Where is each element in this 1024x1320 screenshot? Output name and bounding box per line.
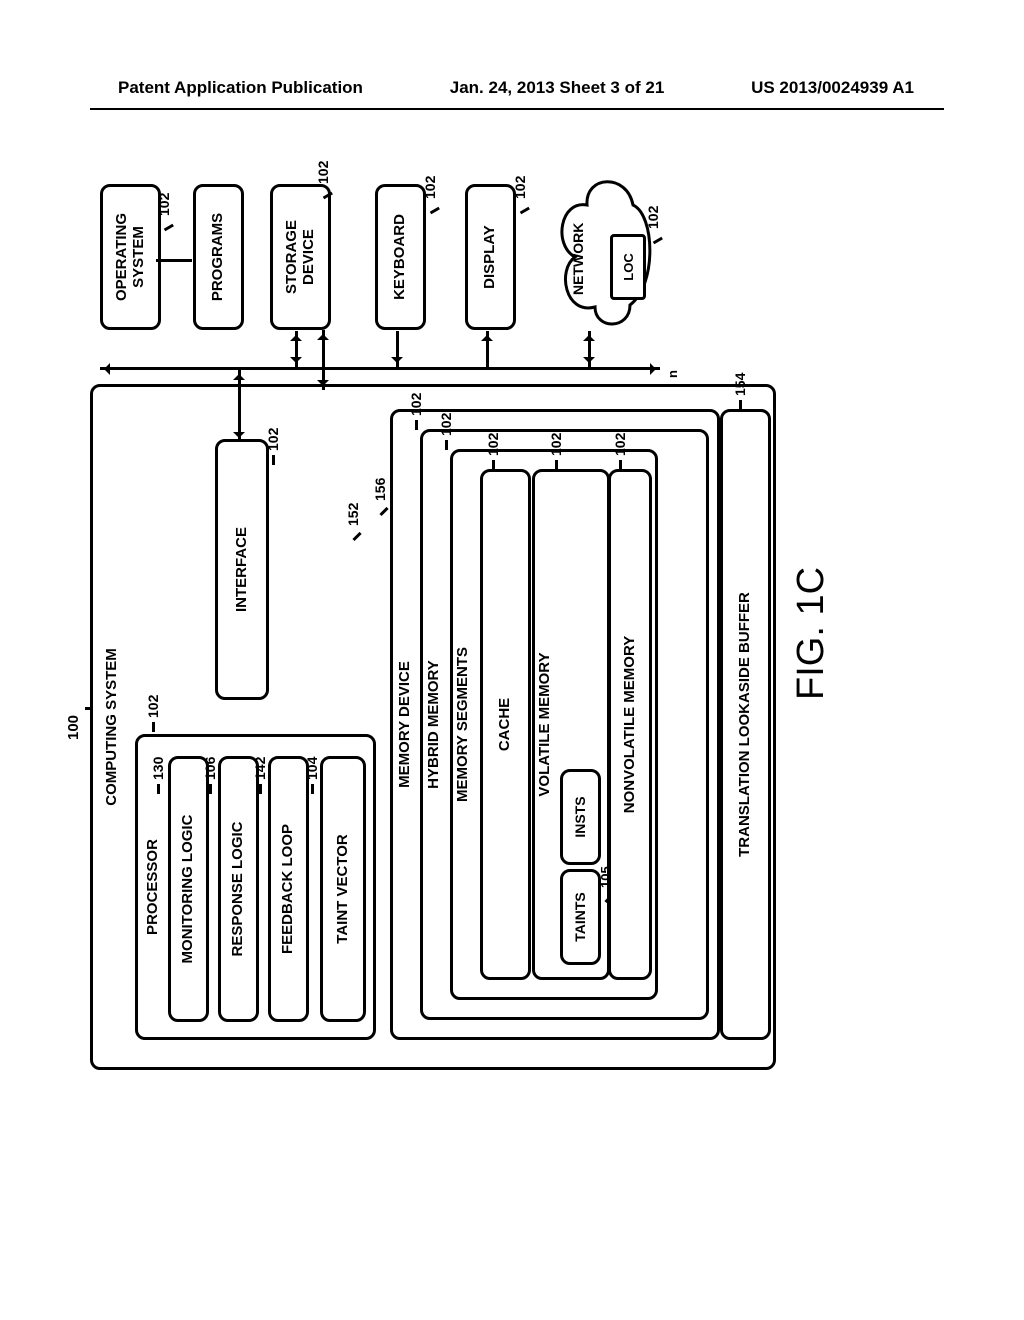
header-right: US 2013/0024939 A1 (751, 78, 914, 98)
response-ref-text: 106 (202, 757, 218, 780)
feedback-ref-text: 142 (252, 757, 268, 780)
page: Patent Application Publication Jan. 24, … (0, 0, 1024, 1320)
page-header: Patent Application Publication Jan. 24, … (0, 78, 1024, 98)
figure-rotated-wrap: 100 COMPUTING SYSTEM PROCESSOR 102 MONIT… (90, 360, 990, 1070)
operating-system-box: OPERATING SYSTEM (100, 184, 161, 330)
taints-label: TAINTS (573, 888, 588, 946)
nonvolatile-memory-label: NONVOLATILE MEMORY (622, 632, 639, 818)
header-mid: Jan. 24, 2013 Sheet 3 of 21 (450, 78, 665, 98)
nonvolatile-ref: 102 (612, 433, 628, 470)
tlb-ref: 154 (732, 373, 748, 410)
tlb-box: TRANSLATION LOOKASIDE BUFFER (720, 409, 771, 1040)
monitoring-ref: 130 (150, 757, 166, 794)
operating-system-label: OPERATING SYSTEM (114, 187, 147, 327)
response-logic-box: RESPONSE LOGIC (218, 756, 259, 1022)
memseg-ref-text: 102 (438, 413, 454, 436)
tlb-label: TRANSLATION LOOKASIDE BUFFER (737, 588, 754, 861)
interface-ref-102-text: 102 (265, 428, 281, 451)
network-label: NETWORK (570, 223, 586, 295)
os-ref-text: 102 (156, 193, 172, 216)
interface-ref-102: 102 (265, 428, 281, 465)
cache-label: CACHE (497, 694, 514, 755)
figure-number: FIG. 1C (790, 567, 833, 700)
interface-bus-connector (238, 370, 241, 442)
keyboard-ref-text: 102 (422, 176, 438, 199)
system-bus (100, 367, 660, 370)
memory-device-ref-text: 156 (372, 478, 388, 501)
processor-ref-text: 102 (145, 695, 161, 718)
cache-ref-text: 102 (485, 433, 501, 456)
monitoring-ref-text: 130 (150, 757, 166, 780)
feedback-loop-label: FEEDBACK LOOP (280, 820, 297, 958)
network-loc-label: LOC (621, 253, 636, 280)
os-ref: 102 (156, 193, 172, 230)
bus-n-label: n (665, 370, 680, 378)
feedback-loop-box: FEEDBACK LOOP (268, 756, 309, 1022)
storage-bus-connector (295, 331, 298, 367)
keyboard-label: KEYBOARD (392, 210, 409, 304)
insts-box: INSTS (560, 769, 601, 865)
os-programs-connector (156, 259, 192, 262)
programs-box: PROGRAMS (193, 184, 244, 330)
taint-vector-ref: 104 (304, 757, 320, 794)
response-ref: 106 (202, 757, 218, 794)
hybrid-memory-label: HYBRID MEMORY (426, 656, 443, 793)
interface-label: INTERFACE (234, 523, 251, 616)
network-ref: 102 (645, 206, 661, 243)
figure-1c: 100 COMPUTING SYSTEM PROCESSOR 102 MONIT… (90, 170, 800, 1070)
ref-100-text: 100 (65, 715, 82, 740)
memory-device-label: MEMORY DEVICE (397, 657, 414, 792)
ref-100: 100 (65, 715, 82, 740)
interface-box: INTERFACE (215, 439, 269, 700)
volatile-memory-label: VOLATILE MEMORY (537, 648, 554, 800)
network-loc-box: LOC (610, 234, 646, 300)
taint-vector-label: TAINT VECTOR (335, 830, 352, 947)
nonvolatile-ref-text: 102 (612, 433, 628, 456)
storage-ref: 102 (315, 161, 331, 198)
programs-label: PROGRAMS (210, 209, 227, 305)
header-rule (90, 108, 944, 110)
monitoring-logic-box: MONITORING LOGIC (168, 756, 209, 1022)
taints-box: TAINTS (560, 869, 601, 965)
response-logic-label: RESPONSE LOGIC (230, 817, 247, 960)
volatile-ref: 102 (548, 433, 564, 470)
interface-ref-152: 152 (345, 503, 361, 540)
taint-vector-ref-text: 104 (304, 757, 320, 780)
volatile-ref-text: 102 (548, 433, 564, 456)
monitoring-logic-label: MONITORING LOGIC (180, 811, 197, 968)
memseg-ref: 102 (438, 413, 454, 450)
display-bus-connector (486, 331, 489, 367)
cache-box: CACHE (480, 469, 531, 980)
storage-device-box: STORAGE DEVICE (270, 184, 331, 330)
display-ref: 102 (512, 176, 528, 213)
keyboard-box: KEYBOARD (375, 184, 426, 330)
storage-device-label: STORAGE DEVICE (284, 187, 317, 327)
insts-label: INSTS (573, 792, 588, 841)
keyboard-bus-connector (396, 331, 399, 367)
display-box: DISPLAY (465, 184, 516, 330)
memory-device-ref: 156 (372, 478, 388, 515)
hybrid-ref-text: 102 (408, 393, 424, 416)
network-ref-text: 102 (645, 206, 661, 229)
processor-ref: 102 (145, 695, 161, 732)
display-label: DISPLAY (482, 221, 499, 293)
nonvolatile-memory-box: NONVOLATILE MEMORY (608, 469, 652, 980)
tlb-ref-text: 154 (732, 373, 748, 396)
computing-system-label: COMPUTING SYSTEM (103, 387, 120, 1067)
network-bus-connector (588, 331, 591, 367)
header-left: Patent Application Publication (118, 78, 363, 98)
memory-segments-label: MEMORY SEGMENTS (455, 643, 472, 806)
keyboard-ref: 102 (422, 176, 438, 213)
cache-ref: 102 (485, 433, 501, 470)
system-bus-connector (322, 330, 325, 390)
interface-ref-152-text: 152 (345, 503, 361, 526)
taint-vector-box: TAINT VECTOR (320, 756, 366, 1022)
storage-ref-text: 102 (315, 161, 331, 184)
hybrid-ref: 102 (408, 393, 424, 430)
display-ref-text: 102 (512, 176, 528, 199)
feedback-ref: 142 (252, 757, 268, 794)
